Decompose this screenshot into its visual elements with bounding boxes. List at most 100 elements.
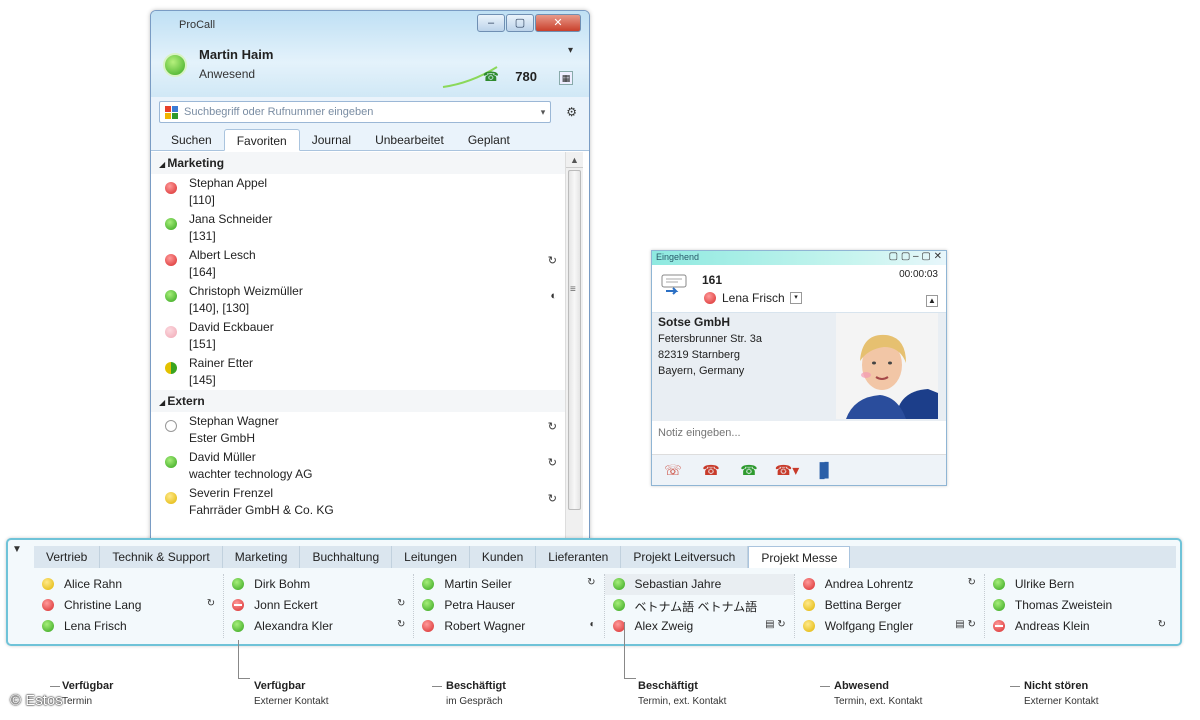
- group-header[interactable]: ◢ Extern: [151, 390, 565, 412]
- contact-action-icon[interactable]: ↻: [207, 598, 215, 609]
- scroll-up-icon[interactable]: ▲: [566, 152, 583, 168]
- contact-name: Bettina Berger: [824, 598, 902, 612]
- bar-contact[interactable]: Robert Wagner ◐: [414, 616, 603, 637]
- tab-4[interactable]: Geplant: [456, 129, 522, 150]
- bar-contact[interactable]: Wolfgang Engler ▤ ↻: [795, 616, 984, 637]
- user-name: Martin Haim: [199, 47, 274, 62]
- presence-status-icon: [232, 599, 245, 611]
- contact-action-icon[interactable]: ↻: [397, 598, 405, 609]
- contact-row[interactable]: Stephan Wagner Ester GmbH ↻: [151, 412, 565, 448]
- bar-contact[interactable]: Bettina Berger: [795, 595, 984, 616]
- contact-name: Severin Frenzel: [189, 486, 274, 500]
- bar-menu-icon[interactable]: ▼: [12, 544, 22, 555]
- bar-tab-2[interactable]: Marketing: [223, 546, 301, 568]
- bar-tab-5[interactable]: Kunden: [470, 546, 537, 568]
- contact-action-icon[interactable]: ◐: [589, 619, 595, 630]
- layout-toggle-icon[interactable]: ▦: [559, 71, 573, 85]
- bar-tab-6[interactable]: Lieferanten: [536, 546, 622, 568]
- presence-status-icon: [165, 254, 177, 266]
- incoming-call-icon: [661, 274, 687, 295]
- bar-contact[interactable]: Andrea Lohrentz ↻: [795, 574, 984, 595]
- caller-name[interactable]: Lena Frisch: [722, 291, 785, 305]
- notes-input[interactable]: [658, 427, 940, 439]
- bar-contact[interactable]: Alex Zweig ▤ ↻: [605, 616, 794, 637]
- bar-tab-0[interactable]: Vertrieb: [34, 546, 101, 568]
- hangup-icon[interactable]: ☏: [660, 460, 686, 480]
- legend-item: Abwesend Termin, ext. Kontakt: [834, 680, 922, 707]
- contact-action-icon[interactable]: ↻: [548, 456, 557, 469]
- contact-action-icon[interactable]: ▤ ↻: [765, 619, 786, 630]
- contact-card-icon[interactable]: ▐▍: [812, 460, 838, 480]
- contact-action-icon[interactable]: ↻: [548, 254, 557, 267]
- bar-tab-1[interactable]: Technik & Support: [100, 546, 223, 568]
- maximize-button[interactable]: ▢: [506, 14, 534, 32]
- favorites-bar: ▼ Vertrieb Technik & Support Marketing Buch…: [6, 538, 1182, 646]
- contact-action-icon[interactable]: ◐: [550, 290, 557, 302]
- forward-icon[interactable]: ☎▾: [774, 460, 800, 480]
- bar-tab-8[interactable]: Projekt Messe: [748, 546, 851, 568]
- bar-contact[interactable]: ベトナム語 ベトナム語: [605, 595, 794, 616]
- search-settings-icon[interactable]: ⚙: [566, 105, 577, 119]
- presence-status-icon: [992, 620, 1005, 632]
- bar-contact[interactable]: Petra Hauser: [414, 595, 603, 616]
- bar-contact[interactable]: Thomas Zweistein: [985, 595, 1174, 616]
- tab-0[interactable]: Suchen: [159, 129, 224, 150]
- contact-detail: wachter technology AG: [189, 467, 313, 481]
- tab-3[interactable]: Unbearbeitet: [363, 129, 456, 150]
- pin-icon[interactable]: ▲: [926, 295, 938, 307]
- bar-tab-7[interactable]: Projekt Leitversuch: [621, 546, 749, 568]
- legend-item: Nicht stören Externer Kontakt: [1024, 680, 1098, 707]
- contact-action-icon[interactable]: ↻: [548, 420, 557, 433]
- bar-contact[interactable]: Sebastian Jahre: [604, 574, 794, 595]
- menu-chevron-icon[interactable]: ▾: [568, 45, 573, 56]
- contact-action-icon[interactable]: ↻: [397, 619, 405, 630]
- close-button[interactable]: ✕: [535, 14, 581, 32]
- bar-contact[interactable]: Christine Lang ↻: [34, 595, 223, 616]
- contact-action-icon[interactable]: ↻: [548, 492, 557, 505]
- minimize-button[interactable]: –: [477, 14, 505, 32]
- contact-action-icon[interactable]: ↻: [1158, 619, 1166, 630]
- contact-row[interactable]: Albert Lesch [164] ↻: [151, 246, 565, 282]
- bar-contact[interactable]: Andreas Klein ↻: [985, 616, 1174, 637]
- contact-row[interactable]: David Müller wachter technology AG ↻: [151, 448, 565, 484]
- legend-item: Verfügbar Termin: [62, 680, 113, 707]
- presence-icon[interactable]: [163, 53, 187, 77]
- tab-1[interactable]: Favoriten: [223, 129, 300, 151]
- bar-contact[interactable]: Martin Seiler ↻: [414, 574, 603, 595]
- scroll-grip-icon: ≡: [570, 284, 576, 295]
- contact-row[interactable]: Rainer Etter [145]: [151, 354, 565, 390]
- scroll-thumb[interactable]: [568, 170, 581, 510]
- presence-status-icon: [42, 599, 54, 611]
- user-status[interactable]: Anwesend: [199, 67, 255, 81]
- contact-name: Stephan Appel: [189, 176, 268, 190]
- contact-action-icon[interactable]: ↻: [967, 577, 975, 588]
- contact-row[interactable]: Severin Frenzel Fahrräder GmbH & Co. KG ↻: [151, 484, 565, 520]
- search-input[interactable]: [184, 106, 536, 118]
- bar-contact[interactable]: Alexandra Kler ↻: [224, 616, 413, 637]
- consult-call-icon[interactable]: ☎: [736, 460, 762, 480]
- bar-contact[interactable]: Ulrike Bern: [985, 574, 1174, 595]
- contact-name: Thomas Zweistein: [1014, 598, 1113, 612]
- bar-contact[interactable]: Lena Frisch: [34, 616, 223, 637]
- caller-info: Sotse GmbH Fetersbrunner Str. 3a 82319 S…: [652, 313, 946, 421]
- contact-row[interactable]: David Eckbauer [151]: [151, 318, 565, 354]
- legend-subtitle: Termin, ext. Kontakt: [834, 696, 923, 707]
- search-dropdown-icon[interactable]: ▾: [536, 107, 550, 118]
- contact-row[interactable]: Stephan Appel [110]: [151, 174, 565, 210]
- contact-action-icon[interactable]: ▤ ↻: [955, 619, 976, 630]
- bar-tab-3[interactable]: Buchhaltung: [300, 546, 393, 568]
- caller-dropdown-icon[interactable]: ▾: [790, 292, 802, 304]
- contact-detail: [164]: [189, 265, 216, 279]
- tab-2[interactable]: Journal: [300, 129, 363, 150]
- contact-action-icon[interactable]: ↻: [587, 577, 595, 588]
- call-window-controls[interactable]: ▢ ▢ – ▢ ✕: [889, 251, 942, 262]
- bar-contact[interactable]: Dirk Bohm: [224, 574, 413, 595]
- transfer-icon[interactable]: ☎: [698, 460, 724, 480]
- scrollbar[interactable]: ▲ ≡: [565, 152, 583, 549]
- group-header[interactable]: ◢ Marketing: [151, 152, 565, 174]
- bar-contact[interactable]: Jonn Eckert ↻: [224, 595, 413, 616]
- bar-tab-4[interactable]: Leitungen: [392, 546, 470, 568]
- contact-row[interactable]: Jana Schneider [131]: [151, 210, 565, 246]
- contact-row[interactable]: Christoph Weizmüller [140], [130] ◐: [151, 282, 565, 318]
- bar-contact[interactable]: Alice Rahn: [34, 574, 223, 595]
